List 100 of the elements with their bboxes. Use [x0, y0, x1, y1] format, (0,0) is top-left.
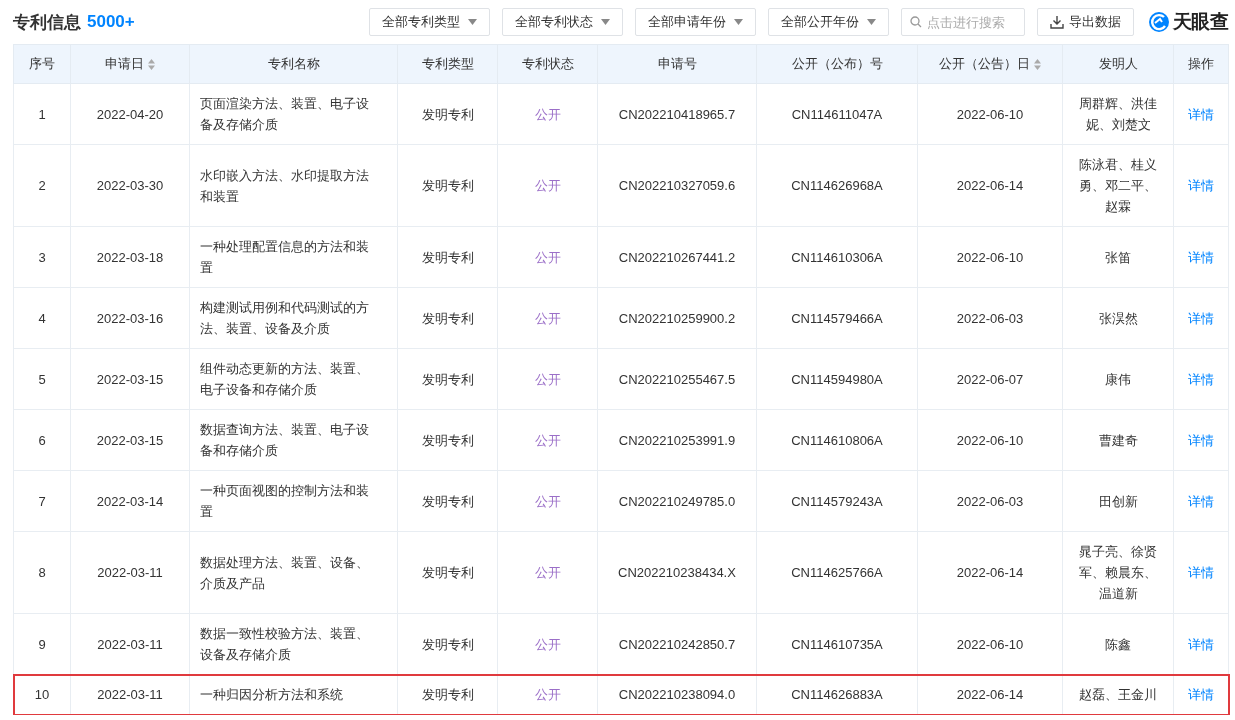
table-cell: 页面渲染方法、装置、电子设备及存储介质 — [189, 83, 398, 145]
table-cell: 8 — [13, 531, 71, 614]
table-cell: CN202210327059.6 — [597, 144, 757, 227]
table-cell: CN202210259900.2 — [597, 287, 757, 349]
table-cell: 2022-06-14 — [917, 531, 1063, 614]
caret-icon — [467, 19, 477, 25]
sort-icon — [1034, 58, 1041, 70]
filter-dropdown[interactable]: 全部专利状态 — [501, 8, 623, 36]
table-cell: CN202210238434.X — [597, 531, 757, 614]
table-cell: CN202210253991.9 — [597, 409, 757, 471]
table-cell: 康伟 — [1062, 348, 1174, 410]
table-cell: 组件动态更新的方法、装置、电子设备和存储介质 — [189, 348, 398, 410]
table-cell: 9 — [13, 613, 71, 675]
table-cell: 2022-06-07 — [917, 348, 1063, 410]
table-cell: 张淏然 — [1062, 287, 1174, 349]
filter-dropdown[interactable]: 全部申请年份 — [634, 8, 756, 36]
details-link[interactable]: 详情 — [1188, 493, 1214, 509]
table-cell: 陈泳君、桂义勇、邓二平、赵霖 — [1062, 144, 1174, 227]
sort-icon — [148, 58, 155, 70]
table-cell: 发明专利 — [397, 409, 498, 471]
download-icon — [1049, 15, 1064, 29]
table-cell: 田创新 — [1062, 470, 1174, 532]
table-cell: CN202210267441.2 — [597, 226, 757, 288]
column-header: 专利状态 — [497, 44, 598, 84]
details-link[interactable]: 详情 — [1188, 565, 1214, 580]
column-header: 专利名称 — [189, 44, 398, 84]
table-cell: CN114625766A — [756, 531, 918, 614]
column-header: 申请号 — [597, 44, 757, 84]
table-cell: CN202210249785.0 — [597, 470, 757, 532]
table-cell: 发明专利 — [397, 287, 498, 349]
table-cell: 2022-06-14 — [917, 144, 1063, 227]
caret-icon — [600, 19, 610, 25]
table-cell: 周群辉、洪佳妮、刘楚文 — [1062, 83, 1174, 145]
table-cell: CN114594980A — [756, 348, 918, 410]
table-cell: 5 — [13, 348, 71, 410]
table-cell: 2022-03-15 — [70, 348, 190, 410]
table-cell: CN114626968A — [756, 144, 918, 227]
table-cell: 张笛 — [1062, 226, 1174, 288]
export-button[interactable]: 导出数据 — [1036, 8, 1134, 36]
table-cell: 6 — [13, 409, 71, 471]
table-cell: 2 — [13, 144, 71, 227]
column-header: 公开（公布）号 — [756, 44, 918, 84]
section-title: 专利信息 — [13, 11, 81, 34]
table-cell: CN114610806A — [756, 409, 918, 471]
table-cell: 7 — [13, 470, 71, 532]
filter-dropdown[interactable]: 全部公开年份 — [767, 8, 889, 36]
table-cell: 2022-06-10 — [917, 226, 1063, 288]
result-count: 5000+ — [87, 12, 135, 32]
table-cell: 发明专利 — [397, 470, 498, 532]
table-cell: CN114610306A — [756, 226, 918, 288]
column-header[interactable]: 申请日 — [70, 44, 190, 84]
table-cell: 一种页面视图的控制方法和装置 — [189, 470, 398, 532]
status-cell: 公开 — [497, 348, 598, 410]
table-cell: 2022-03-11 — [70, 531, 190, 614]
caret-icon — [866, 19, 876, 25]
table-cell: 2022-03-30 — [70, 144, 190, 227]
table-cell: 2022-06-03 — [917, 287, 1063, 349]
table-cell: 2022-06-10 — [917, 409, 1063, 471]
details-link[interactable]: 详情 — [1188, 106, 1214, 122]
table-cell: CN202210255467.5 — [597, 348, 757, 410]
table-cell: CN202210418965.7 — [597, 83, 757, 145]
column-header[interactable]: 公开（公告）日 — [917, 44, 1063, 84]
table-cell: CN114611047A — [756, 83, 918, 145]
table-cell: 发明专利 — [397, 531, 498, 614]
table-cell: 2022-06-03 — [917, 470, 1063, 532]
column-header: 专利类型 — [397, 44, 498, 84]
search-field[interactable]: 点击进行搜索 — [900, 8, 1025, 36]
column-header: 操作 — [1173, 44, 1229, 84]
status-cell: 公开 — [497, 144, 598, 227]
table-cell: 发明专利 — [397, 348, 498, 410]
table-cell: 2022-03-15 — [70, 409, 190, 471]
table-cell: 2022-03-18 — [70, 226, 190, 288]
filter-dropdown[interactable]: 全部专利类型 — [368, 8, 490, 36]
table-cell: 曹建奇 — [1062, 409, 1174, 471]
table-cell: 2022-06-10 — [917, 83, 1063, 145]
table-cell: 一种处理配置信息的方法和装置 — [189, 226, 398, 288]
table-cell: 数据处理方法、装置、设备、介质及产品 — [189, 531, 398, 614]
table-cell: 发明专利 — [397, 226, 498, 288]
details-link[interactable]: 详情 — [1188, 178, 1214, 193]
table-cell: 发明专利 — [397, 83, 498, 145]
table-cell: 数据查询方法、装置、电子设备和存储介质 — [189, 409, 398, 471]
table-cell: 1 — [13, 83, 71, 145]
details-link[interactable]: 详情 — [1188, 249, 1214, 265]
table-cell: 发明专利 — [397, 144, 498, 227]
details-link[interactable]: 详情 — [1188, 432, 1214, 448]
table-cell: 2022-03-16 — [70, 287, 190, 349]
status-cell: 公开 — [497, 83, 598, 145]
status-cell: 公开 — [497, 409, 598, 471]
caret-icon — [733, 19, 743, 25]
details-link[interactable]: 详情 — [1188, 687, 1214, 702]
details-link[interactable]: 详情 — [1188, 636, 1214, 652]
brand-name: 天眼查 — [1172, 10, 1228, 34]
column-header: 序号 — [13, 44, 71, 84]
table-cell: CN114579243A — [756, 470, 918, 532]
details-link[interactable]: 详情 — [1188, 310, 1214, 326]
column-header: 发明人 — [1062, 44, 1174, 84]
details-link[interactable]: 详情 — [1188, 371, 1214, 387]
table-cell: 构建测试用例和代码测试的方法、装置、设备及介质 — [189, 287, 398, 349]
table-cell: 3 — [13, 226, 71, 288]
status-cell: 公开 — [497, 531, 598, 614]
